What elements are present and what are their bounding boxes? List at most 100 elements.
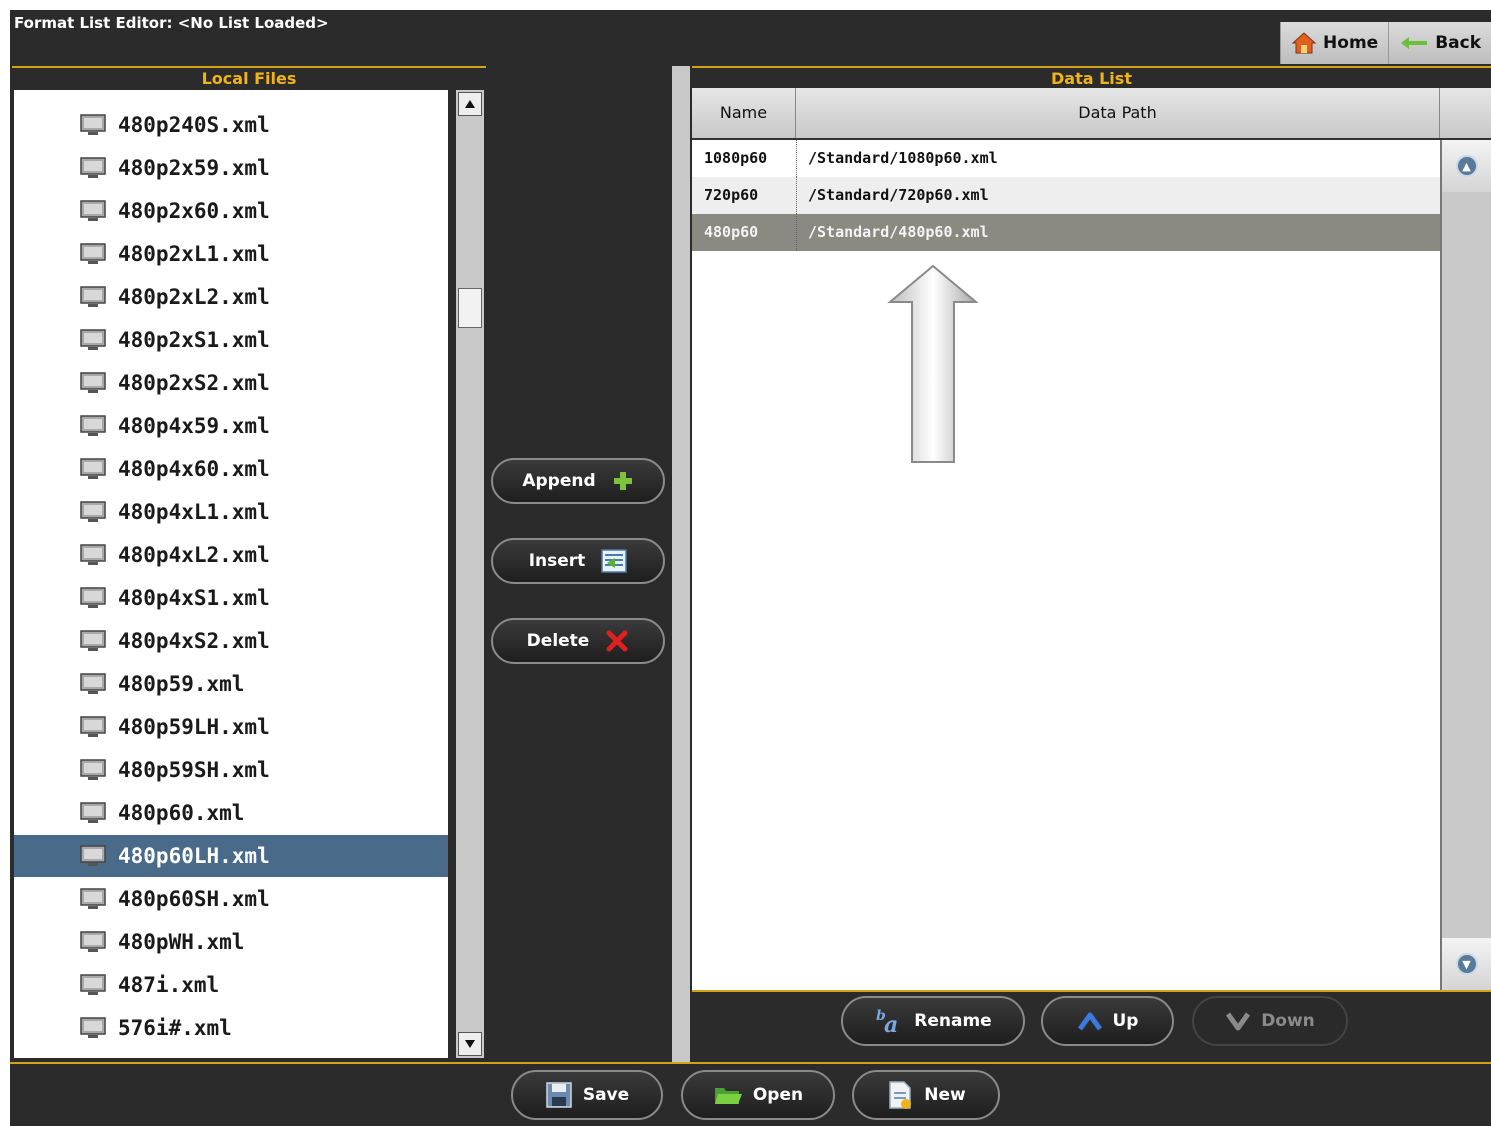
file-name: 480p4xL2.xml bbox=[118, 543, 270, 567]
folder-open-icon bbox=[714, 1088, 742, 1104]
open-label: Open bbox=[752, 1085, 804, 1105]
back-label: Back bbox=[1435, 33, 1481, 53]
monitor-file-icon bbox=[80, 587, 106, 608]
cell-separator bbox=[796, 140, 797, 177]
rename-label: Rename bbox=[914, 1011, 992, 1031]
file-list-item[interactable]: 480p2xS2.xml bbox=[14, 362, 448, 404]
scroll-up-button[interactable] bbox=[458, 92, 482, 116]
down-button[interactable]: Down bbox=[1192, 996, 1348, 1046]
red-x-icon bbox=[606, 630, 628, 652]
column-header-name[interactable]: Name bbox=[692, 88, 796, 138]
file-list-item[interactable]: 480p4x60.xml bbox=[14, 448, 448, 490]
file-name: 480p240S.xml bbox=[118, 113, 270, 137]
file-list-item[interactable]: 480p60.xml bbox=[14, 792, 448, 834]
up-button[interactable]: Up bbox=[1041, 996, 1174, 1046]
monitor-file-icon bbox=[80, 716, 106, 737]
file-list-item[interactable]: 480p240S.xml bbox=[14, 104, 448, 146]
monitor-file-icon bbox=[80, 802, 106, 823]
row-data-path: /Standard/720p60.xml bbox=[808, 186, 989, 204]
file-name: 480p2x60.xml bbox=[118, 199, 270, 223]
floppy-disk-icon bbox=[546, 1082, 572, 1108]
new-button[interactable]: New bbox=[852, 1070, 1000, 1120]
pane-divider[interactable] bbox=[672, 66, 690, 1062]
data-list-scrollbar[interactable]: ▲ ▼ bbox=[1440, 140, 1491, 990]
file-list-item[interactable]: 576i#.xml bbox=[14, 1007, 448, 1049]
data-list-row[interactable]: 1080p60/Standard/1080p60.xml bbox=[692, 140, 1440, 177]
file-list-item[interactable]: 480p4xS2.xml bbox=[14, 620, 448, 662]
home-icon bbox=[1291, 32, 1317, 54]
scroll-thumb[interactable] bbox=[458, 288, 482, 328]
monitor-file-icon bbox=[80, 243, 106, 264]
data-scroll-down-button[interactable]: ▼ bbox=[1442, 938, 1491, 990]
row-data-path: /Standard/1080p60.xml bbox=[808, 149, 998, 167]
scroll-down-button[interactable] bbox=[458, 1032, 482, 1056]
file-list-item[interactable]: 480p59.xml bbox=[14, 663, 448, 705]
file-name: 480p59SH.xml bbox=[118, 758, 270, 782]
file-name: 480p4x59.xml bbox=[118, 414, 270, 438]
file-name: 480p60.xml bbox=[118, 801, 245, 825]
file-list-item[interactable]: 480p2x59.xml bbox=[14, 147, 448, 189]
back-arrow-icon bbox=[1401, 37, 1428, 49]
column-header-data-path[interactable]: Data Path bbox=[796, 88, 1440, 138]
open-button[interactable]: Open bbox=[681, 1070, 835, 1120]
file-list-item[interactable]: 480p4xS1.xml bbox=[14, 577, 448, 619]
row-name: 480p60 bbox=[704, 223, 759, 241]
append-label: Append bbox=[522, 471, 596, 491]
data-list-row[interactable]: 480p60/Standard/480p60.xml bbox=[692, 214, 1440, 251]
local-files-scrollbar[interactable] bbox=[456, 90, 484, 1058]
file-list-item[interactable]: 480p59LH.xml bbox=[14, 706, 448, 748]
file-name: 480p2xL2.xml bbox=[118, 285, 270, 309]
monitor-file-icon bbox=[80, 974, 106, 995]
monitor-file-icon bbox=[80, 458, 106, 479]
monitor-file-icon bbox=[80, 114, 106, 135]
file-list-item[interactable]: 480p60LH.xml bbox=[14, 835, 448, 877]
file-list-item[interactable]: 487i.xml bbox=[14, 964, 448, 1006]
back-button[interactable]: Back bbox=[1388, 22, 1491, 64]
file-list-item[interactable]: 480p59SH.xml bbox=[14, 749, 448, 791]
append-button[interactable]: Append bbox=[491, 458, 665, 504]
file-name: 480p60SH.xml bbox=[118, 887, 270, 911]
file-list-item[interactable]: 480p2xL1.xml bbox=[14, 233, 448, 275]
file-list-item[interactable]: 480p4x59.xml bbox=[14, 405, 448, 447]
file-list-item[interactable]: 480p4xL2.xml bbox=[14, 534, 448, 576]
save-button[interactable]: Save bbox=[511, 1070, 663, 1120]
file-list-item[interactable]: 480pWH.xml bbox=[14, 921, 448, 963]
chevron-down-icon: ▼ bbox=[1455, 953, 1478, 975]
file-name: 576i#.xml bbox=[118, 1016, 232, 1040]
row-name: 720p60 bbox=[704, 186, 759, 204]
file-list-item[interactable]: 480p2xL2.xml bbox=[14, 276, 448, 318]
delete-button[interactable]: Delete bbox=[491, 618, 665, 664]
file-list-item[interactable]: 480p60SH.xml bbox=[14, 878, 448, 920]
monitor-file-icon bbox=[80, 759, 106, 780]
file-name: 480pWH.xml bbox=[118, 930, 245, 954]
monitor-file-icon bbox=[80, 157, 106, 178]
file-name: 480p2x59.xml bbox=[118, 156, 270, 180]
local-files-list[interactable]: 480p240S.xml 480p2x59.xml 480p2x60.xml 480p… bbox=[14, 90, 448, 1058]
file-name: 487i.xml bbox=[118, 973, 220, 997]
file-name: 480p4xS2.xml bbox=[118, 629, 270, 653]
rename-button[interactable]: b a Rename bbox=[841, 996, 1025, 1046]
file-list-item[interactable]: 480p2xS1.xml bbox=[14, 319, 448, 361]
new-label: New bbox=[924, 1085, 966, 1105]
home-button[interactable]: Home bbox=[1280, 22, 1389, 64]
data-list-footer-divider bbox=[692, 990, 1491, 992]
chevron-up-icon: ▲ bbox=[1455, 155, 1478, 177]
file-list-item[interactable]: 480p2x60.xml bbox=[14, 190, 448, 232]
data-list-column-headers: Name Data Path bbox=[692, 88, 1491, 140]
caret-down-icon bbox=[1226, 1012, 1251, 1031]
file-list-item[interactable]: 480p4xL1.xml bbox=[14, 491, 448, 533]
svg-text:a: a bbox=[884, 1012, 898, 1036]
triangle-up-icon bbox=[465, 100, 475, 108]
data-scroll-up-button[interactable]: ▲ bbox=[1442, 140, 1491, 192]
file-name: 480p2xS2.xml bbox=[118, 371, 270, 395]
monitor-file-icon bbox=[80, 200, 106, 221]
insert-button[interactable]: Insert bbox=[491, 538, 665, 584]
file-name: 480p4xL1.xml bbox=[118, 500, 270, 524]
save-label: Save bbox=[582, 1085, 630, 1105]
row-data-path: /Standard/480p60.xml bbox=[808, 223, 989, 241]
partial-row bbox=[14, 90, 448, 96]
up-label: Up bbox=[1112, 1011, 1139, 1031]
monitor-file-icon bbox=[80, 544, 106, 565]
data-list-row[interactable]: 720p60/Standard/720p60.xml bbox=[692, 177, 1440, 214]
row-name: 1080p60 bbox=[704, 149, 768, 167]
